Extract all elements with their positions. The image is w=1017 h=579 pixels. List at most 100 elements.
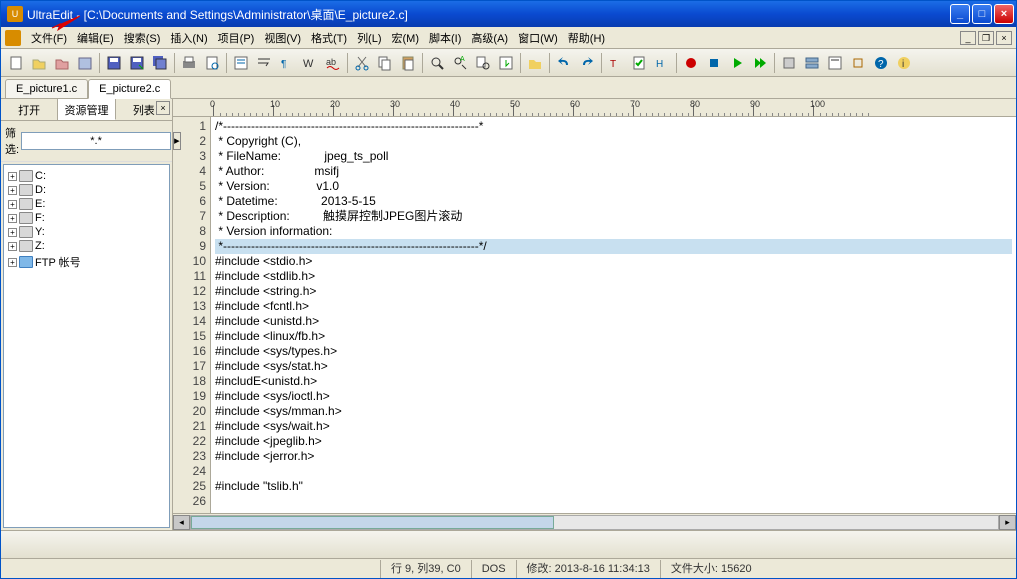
- menu-project[interactable]: 项目(P): [214, 28, 259, 48]
- editor: 1234567891011121314151617181920212223242…: [173, 99, 1016, 530]
- tb-help[interactable]: ?: [870, 52, 892, 74]
- mdi-close-button[interactable]: ×: [996, 31, 1012, 45]
- tb-about[interactable]: i: [893, 52, 915, 74]
- sidebar-close-button[interactable]: ×: [156, 101, 170, 115]
- drive-c[interactable]: C:: [35, 170, 46, 182]
- line-gutter: 1234567891011121314151617181920212223242…: [173, 117, 211, 513]
- minimize-button[interactable]: _: [950, 4, 970, 24]
- tb-tool1[interactable]: [778, 52, 800, 74]
- tb-spaces[interactable]: ¶: [276, 52, 298, 74]
- tb-save[interactable]: [103, 52, 125, 74]
- scroll-left-button[interactable]: ◂: [173, 515, 190, 530]
- bt-1[interactable]: [5, 530, 305, 558]
- tb-undo[interactable]: [553, 52, 575, 74]
- drive-f[interactable]: F:: [35, 212, 45, 224]
- tab-file1[interactable]: E_picture1.c: [5, 79, 88, 98]
- bt-4[interactable]: U: [908, 530, 1016, 558]
- bt-2[interactable]: B: [306, 530, 606, 558]
- sidebar-tab-explorer[interactable]: 资源管理器: [58, 99, 115, 120]
- mdi-minimize-button[interactable]: _: [960, 31, 976, 45]
- sidebar: 打开 资源管理器 列表 × 筛选: ▸ +C: +D: +E: +F: +Y: …: [1, 99, 173, 530]
- tb-hex[interactable]: H: [651, 52, 673, 74]
- svg-text:?: ?: [878, 59, 884, 70]
- bt-3[interactable]: I: [607, 530, 907, 558]
- menu-format[interactable]: 格式(T): [307, 28, 351, 48]
- drive-z[interactable]: Z:: [35, 240, 45, 252]
- status-modified: 修改: 2013-8-16 11:34:13: [517, 560, 661, 578]
- tb-saveall[interactable]: [149, 52, 171, 74]
- h-scrollbar[interactable]: ◂ ▸: [173, 513, 1016, 530]
- tb-goto[interactable]: [495, 52, 517, 74]
- tb-findfiles[interactable]: [472, 52, 494, 74]
- tb-find[interactable]: [426, 52, 448, 74]
- menu-script[interactable]: 脚本(I): [425, 28, 465, 48]
- tb-playmulti[interactable]: [749, 52, 771, 74]
- tb-copy[interactable]: [374, 52, 396, 74]
- tb-wordwrap[interactable]: [253, 52, 275, 74]
- tb-new[interactable]: [5, 52, 27, 74]
- drive-icon: [19, 226, 33, 238]
- tb-cut[interactable]: [351, 52, 373, 74]
- maximize-button[interactable]: □: [972, 4, 992, 24]
- tb-redo[interactable]: [576, 52, 598, 74]
- tb-tool2[interactable]: [801, 52, 823, 74]
- tb-tool3[interactable]: [824, 52, 846, 74]
- menu-help[interactable]: 帮助(H): [564, 28, 609, 48]
- toolbar-bottom: B I U 12: [1, 530, 1016, 558]
- ruler: [173, 99, 1016, 117]
- filter-go-button[interactable]: ▸: [173, 132, 181, 150]
- drive-tree[interactable]: +C: +D: +E: +F: +Y: +Z: +FTP 帐号: [3, 164, 170, 528]
- filter-input[interactable]: [21, 132, 171, 150]
- svg-text:¶: ¶: [281, 59, 286, 70]
- menu-edit[interactable]: 编辑(E): [73, 28, 118, 48]
- drive-y[interactable]: Y:: [35, 226, 45, 238]
- drive-icon: [19, 240, 33, 252]
- scroll-right-button[interactable]: ▸: [999, 515, 1016, 530]
- menu-view[interactable]: 视图(V): [260, 28, 305, 48]
- tab-file2[interactable]: E_picture2.c: [88, 79, 171, 99]
- ftp-accounts[interactable]: FTP 帐号: [35, 254, 81, 270]
- tb-tool4[interactable]: [847, 52, 869, 74]
- tb-play[interactable]: [726, 52, 748, 74]
- status-help: [1, 560, 381, 578]
- menubar: 文件(F) 编辑(E) 搜索(S) 插入(N) 项目(P) 视图(V) 格式(T…: [1, 27, 1016, 49]
- menu-macro[interactable]: 宏(M): [388, 28, 424, 48]
- mdi-restore-button[interactable]: ❐: [978, 31, 994, 45]
- app-icon: U: [7, 6, 23, 22]
- menu-file[interactable]: 文件(F): [27, 28, 71, 48]
- titlebar: U UltraEdit - [C:\Documents and Settings…: [1, 1, 1016, 27]
- tb-htmltidy[interactable]: T: [605, 52, 627, 74]
- tb-validate[interactable]: [628, 52, 650, 74]
- close-button[interactable]: ×: [994, 4, 1014, 24]
- menu-window[interactable]: 窗口(W): [514, 28, 562, 48]
- menu-insert[interactable]: 插入(N): [166, 28, 211, 48]
- menu-advanced[interactable]: 高级(A): [467, 28, 512, 48]
- tb-paste[interactable]: [397, 52, 419, 74]
- svg-text:A: A: [460, 56, 465, 63]
- tb-folder[interactable]: [524, 52, 546, 74]
- tb-toc[interactable]: [230, 52, 252, 74]
- tb-preview[interactable]: [201, 52, 223, 74]
- tb-save-project[interactable]: [74, 52, 96, 74]
- tb-stop[interactable]: [703, 52, 725, 74]
- code-area[interactable]: /*--------------------------------------…: [211, 117, 1016, 513]
- drive-d[interactable]: D:: [35, 184, 46, 196]
- tb-findrep[interactable]: A: [449, 52, 471, 74]
- svg-text:i: i: [902, 59, 904, 70]
- status-filesize: 文件大小: 15620: [661, 560, 1016, 578]
- menu-search[interactable]: 搜索(S): [120, 28, 165, 48]
- scroll-thumb[interactable]: [191, 516, 554, 529]
- tb-open[interactable]: [28, 52, 50, 74]
- svg-text:ab: ab: [326, 57, 336, 67]
- tb-close[interactable]: [51, 52, 73, 74]
- tb-spell[interactable]: ab: [322, 52, 344, 74]
- sidebar-tab-open[interactable]: 打开: [1, 99, 58, 120]
- tb-font[interactable]: W: [299, 52, 321, 74]
- tb-record[interactable]: [680, 52, 702, 74]
- drive-e[interactable]: E:: [35, 198, 45, 210]
- file-tabs: E_picture1.c E_picture2.c: [1, 77, 1016, 99]
- svg-text:W: W: [303, 58, 314, 70]
- tb-saveas[interactable]: [126, 52, 148, 74]
- tb-print[interactable]: [178, 52, 200, 74]
- menu-column[interactable]: 列(L): [353, 28, 385, 48]
